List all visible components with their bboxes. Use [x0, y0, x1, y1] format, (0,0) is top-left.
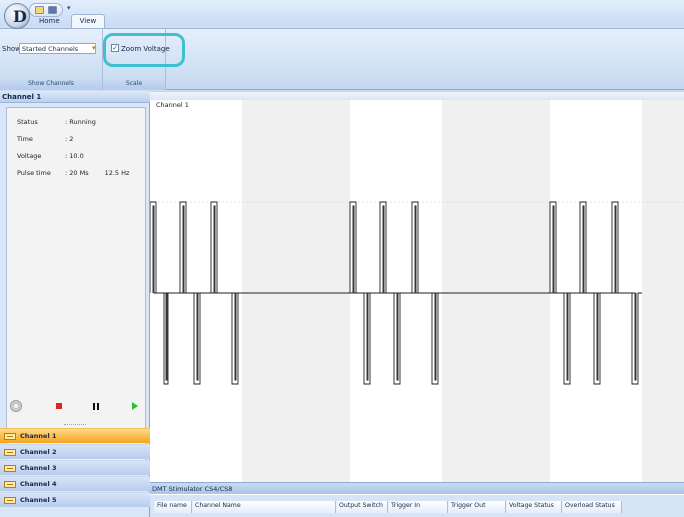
status-value: : Running [65, 118, 96, 126]
save-icon[interactable] [48, 6, 57, 14]
channel-icon [4, 480, 16, 488]
channel-item-2[interactable]: Channel 2 [0, 444, 150, 459]
panel-splitter[interactable] [64, 424, 86, 425]
app-window: D ▾ Home View Show Started Channels ▾ Sh… [0, 0, 684, 517]
channel-item-label: Channel 5 [20, 496, 57, 504]
column-header-voltage-status[interactable]: Voltage Status [506, 501, 562, 513]
channel-list: Channel 1 Channel 2 Channel 3 Channel 4 … [0, 428, 150, 508]
status-label: Status [17, 118, 38, 126]
chevron-down-icon[interactable]: ▾ [92, 44, 96, 52]
channel-item-1[interactable]: Channel 1 [0, 428, 150, 443]
show-channels-select[interactable]: Started Channels [19, 43, 96, 54]
playback-controls [8, 400, 148, 420]
application-menu-button[interactable]: D [4, 3, 30, 29]
channel-icon [4, 432, 16, 440]
channel-icon [4, 496, 16, 504]
pulse-value: : 20 Ms [65, 169, 89, 177]
voltage-row: Voltage : 10.0 [17, 152, 84, 160]
device-panel-title: DMT Stimulator CS4/CS8 [150, 482, 684, 494]
channel-item-5[interactable]: Channel 5 [0, 492, 150, 507]
stop-icon[interactable] [56, 403, 62, 409]
zoom-voltage-highlight-ring [103, 33, 185, 67]
column-header-trigger-in[interactable]: Trigger In [388, 501, 448, 513]
voltage-label: Voltage [17, 152, 42, 160]
device-panel: DMT Stimulator CS4/CS8 File name Channel… [150, 482, 684, 517]
voltage-value: : 10.0 [65, 152, 84, 160]
pulse-frequency: 12.5 Hz [104, 169, 130, 177]
channel-item-label: Channel 1 [20, 432, 57, 440]
column-header-overload-status[interactable]: Overload Status [562, 501, 622, 513]
column-header-channel-name[interactable]: Channel Name [192, 501, 336, 513]
channel-plot-area[interactable]: Channel 1 [150, 91, 684, 482]
time-value: : 2 [65, 135, 74, 143]
pulse-waveform [150, 201, 684, 385]
channel-item-4[interactable]: Channel 4 [0, 476, 150, 491]
open-folder-icon[interactable] [35, 6, 44, 14]
status-row: Status : Running [17, 118, 96, 126]
scale-group-label: Scale [103, 80, 165, 90]
pulse-row: Pulse time : 20 Ms 12.5 Hz [17, 169, 129, 177]
app-logo-letter: D [13, 7, 27, 26]
play-icon[interactable] [132, 402, 138, 410]
device-table: File name Channel Name Output Switch Tri… [150, 495, 684, 517]
ribbon-tabs: Home View [30, 14, 106, 28]
channel-panel-header: Channel 1 [0, 91, 150, 103]
channel-panel: Channel 1 Status : Running Time : 2 Volt… [0, 91, 150, 517]
column-header-file-name[interactable]: File name [154, 501, 192, 513]
column-header-output-switch[interactable]: Output Switch [336, 501, 388, 513]
quick-access-dropdown-icon[interactable]: ▾ [67, 4, 71, 12]
column-header-trigger-out[interactable]: Trigger Out [448, 501, 506, 513]
channel-item-label: Channel 3 [20, 464, 57, 472]
channel-item-label: Channel 4 [20, 480, 57, 488]
channel-icon [4, 464, 16, 472]
channel-icon [4, 448, 16, 456]
show-channels-group-label: Show Channels [0, 80, 102, 90]
channel-item-3[interactable]: Channel 3 [0, 460, 150, 475]
settings-gear-icon[interactable] [10, 400, 22, 412]
pause-icon[interactable] [93, 403, 99, 410]
tab-home[interactable]: Home [30, 14, 69, 28]
tab-view[interactable]: View [70, 14, 106, 28]
time-label: Time [17, 135, 33, 143]
pulse-label: Pulse time [17, 169, 51, 177]
channel-item-label: Channel 2 [20, 448, 57, 456]
show-channels-group: Show Started Channels ▾ Show Channels [0, 29, 103, 90]
time-row: Time : 2 [17, 135, 73, 143]
